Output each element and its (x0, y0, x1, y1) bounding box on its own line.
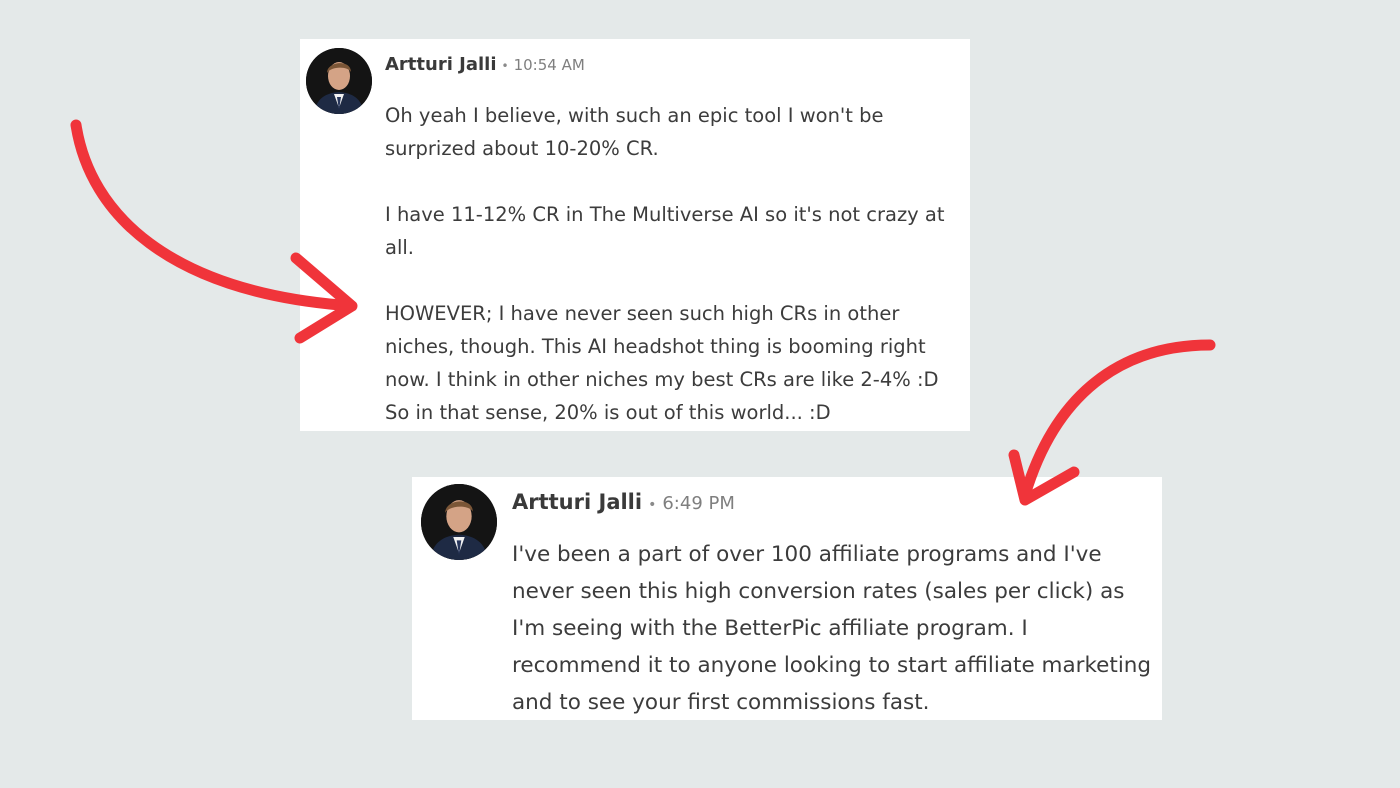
person-avatar-icon (306, 48, 372, 114)
message-body: I've been a part of over 100 affiliate p… (512, 536, 1152, 721)
message-header: Artturi Jalli • 6:49 PM (512, 490, 735, 514)
timestamp: 10:54 AM (513, 56, 585, 74)
message-card: Artturi Jalli • 10:54 AM Oh yeah I believe… (300, 39, 970, 431)
message-paragraph: I have 11-12% CR in The Multiverse AI so… (385, 203, 945, 259)
avatar[interactable] (421, 484, 497, 560)
author-name[interactable]: Artturi Jalli (385, 54, 497, 75)
message-paragraph: Oh yeah I believe, with such an epic too… (385, 104, 884, 160)
avatar[interactable] (306, 48, 372, 114)
timestamp: 6:49 PM (662, 493, 735, 514)
author-name[interactable]: Artturi Jalli (512, 490, 642, 514)
message-card: Artturi Jalli • 6:49 PM I've been a part o… (412, 477, 1162, 720)
message-body: Oh yeah I believe, with such an epic too… (385, 99, 955, 429)
message-header: Artturi Jalli • 10:54 AM (385, 54, 585, 75)
message-paragraph: HOWEVER; I have never seen such high CRs… (385, 302, 939, 424)
person-avatar-icon (421, 484, 497, 560)
message-paragraph: I've been a part of over 100 affiliate p… (512, 542, 1152, 715)
separator-dot: • (648, 497, 657, 513)
separator-dot: • (501, 59, 509, 73)
